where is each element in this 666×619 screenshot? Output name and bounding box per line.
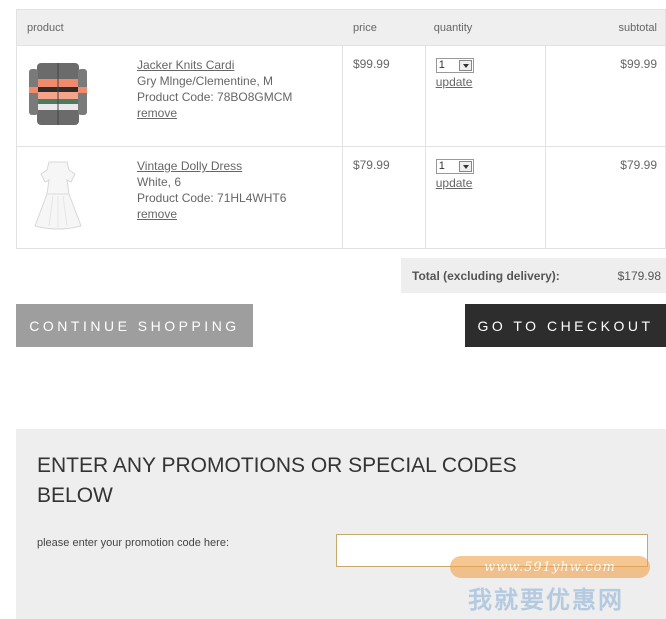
product-cell: Vintage Dolly Dress White, 6 Product Cod…	[17, 147, 343, 248]
cart-table: product price quantity subtotal Jacker K…	[16, 9, 666, 249]
chevron-down-icon[interactable]	[458, 60, 472, 71]
quantity-select[interactable]: 1	[435, 159, 474, 174]
subtotal-cell: $99.99	[620, 57, 657, 71]
continue-shopping-button[interactable]: CONTINUE SHOPPING	[16, 304, 253, 347]
total-label: Total (excluding delivery):	[412, 268, 560, 283]
product-variant: White, 6	[137, 175, 182, 189]
striped-cardigan-image[interactable]	[23, 57, 93, 132]
quantity-select[interactable]: 1	[435, 58, 474, 73]
product-code: Product Code: 78BO8GMCM	[137, 90, 293, 104]
update-link[interactable]: update	[436, 75, 546, 89]
header-product: product	[27, 21, 64, 34]
update-link[interactable]: update	[436, 176, 546, 190]
cart-table-header: product price quantity subtotal	[17, 10, 665, 46]
remove-link[interactable]: remove	[137, 105, 292, 121]
product-name-link[interactable]: Jacker Knits Cardi	[137, 57, 292, 73]
chevron-down-icon[interactable]	[458, 161, 472, 172]
price-cell: $99.99	[343, 46, 426, 146]
price-cell: $79.99	[343, 147, 426, 248]
product-name-link[interactable]: Vintage Dolly Dress	[137, 158, 286, 174]
product-details: Vintage Dolly Dress White, 6 Product Cod…	[137, 158, 286, 248]
promotion-label: please enter your promotion code here:	[37, 537, 230, 549]
header-price: price	[352, 21, 377, 34]
checkout-button[interactable]: GO TO CHECKOUT	[465, 304, 666, 347]
white-dress-image[interactable]	[23, 158, 93, 233]
watermark-text: 我就要优惠网	[468, 586, 624, 614]
watermark-url: www.591yhw.com	[450, 556, 650, 578]
watermark: www.591yhw.com 我就要优惠网	[450, 556, 660, 616]
subtotal-cell: $79.99	[620, 158, 657, 172]
remove-link[interactable]: remove	[137, 206, 286, 222]
quantity-value: 1	[438, 59, 445, 71]
header-subtotal: subtotal	[618, 21, 657, 34]
quantity-value: 1	[438, 160, 445, 172]
product-cell: Jacker Knits Cardi Gry Mlnge/Clementine,…	[17, 46, 343, 146]
promotion-title: ENTER ANY PROMOTIONS OR SPECIAL CODES BE…	[37, 454, 517, 507]
quantity-cell: 1 update	[426, 147, 547, 248]
order-total: Total (excluding delivery): $179.98	[401, 258, 666, 293]
product-details: Jacker Knits Cardi Gry Mlnge/Clementine,…	[137, 57, 292, 146]
header-quantity: quantity	[433, 21, 473, 34]
total-value: $179.98	[617, 268, 661, 283]
product-variant: Gry Mlnge/Clementine, M	[137, 74, 274, 88]
quantity-cell: 1 update	[426, 46, 547, 146]
product-code: Product Code: 71HL4WHT6	[137, 191, 287, 205]
table-row: Jacker Knits Cardi Gry Mlnge/Clementine,…	[17, 46, 665, 147]
table-row: Vintage Dolly Dress White, 6 Product Cod…	[17, 147, 665, 248]
